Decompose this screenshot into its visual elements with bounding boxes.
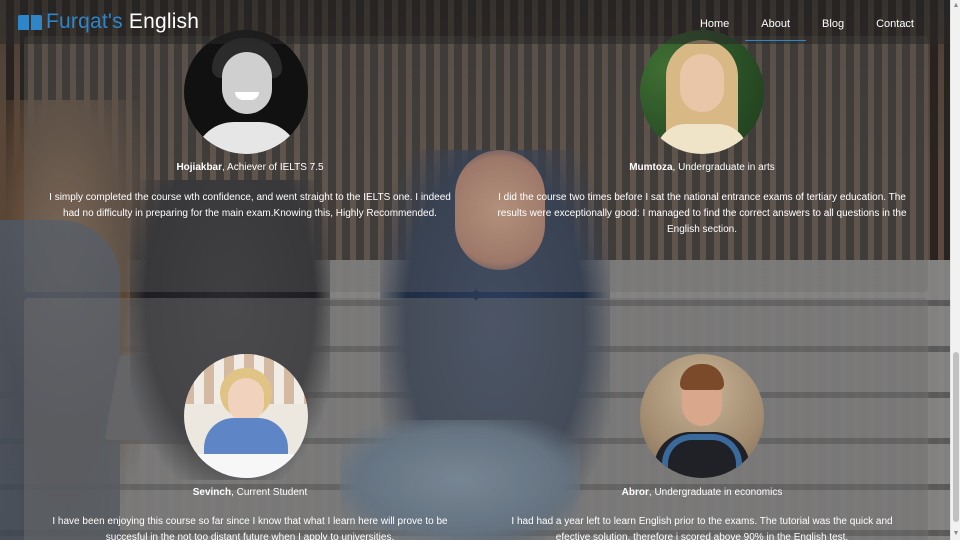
nav-home[interactable]: Home bbox=[684, 4, 745, 41]
testimonial-card: Abror, Undergraduate in economics I had … bbox=[476, 298, 928, 540]
author-name: Mumtoza bbox=[629, 162, 673, 173]
scroll-down-icon[interactable]: ▼ bbox=[951, 528, 960, 540]
author-role: , Achiever of IELTS 7.5 bbox=[222, 162, 324, 173]
nav-contact[interactable]: Contact bbox=[860, 4, 930, 41]
brand-logo-link[interactable]: Furqat's English bbox=[18, 10, 199, 34]
brand-name-main: English bbox=[128, 10, 200, 33]
nav-about[interactable]: About bbox=[745, 4, 807, 41]
testimonial-quote: I did the course two times before I sat … bbox=[497, 192, 907, 235]
testimonial-author: Sevinch, Current Student bbox=[24, 487, 476, 498]
testimonial-author: Hojiakbar, Achiever of IELTS 7.5 bbox=[24, 162, 476, 173]
scroll-up-icon[interactable]: ▲ bbox=[951, 0, 960, 12]
brand-name: Furqat's English bbox=[46, 10, 199, 34]
avatar bbox=[640, 354, 764, 478]
author-role: , Undergraduate in economics bbox=[648, 487, 783, 498]
testimonial-quote: I simply completed the course wth confid… bbox=[49, 192, 451, 219]
book-icon bbox=[18, 13, 42, 31]
author-name: Abror bbox=[621, 487, 649, 498]
navbar: Furqat's English Home About Blog Contact bbox=[0, 0, 950, 44]
testimonial-quote: I had had a year left to learn English p… bbox=[511, 516, 893, 540]
testimonial-card: Mumtoza, Undergraduate in arts I did the… bbox=[476, 30, 928, 292]
testimonial-author: Abror, Undergraduate in economics bbox=[476, 487, 928, 498]
author-name: Sevinch bbox=[192, 487, 232, 498]
scroll-thumb[interactable] bbox=[953, 352, 959, 522]
avatar bbox=[184, 30, 308, 154]
author-name: Hojiakbar bbox=[176, 162, 223, 173]
testimonial-card: Sevinch, Current Student I have been enj… bbox=[24, 298, 476, 540]
testimonial-quote: I have been enjoying this course so far … bbox=[52, 516, 448, 540]
avatar bbox=[184, 354, 308, 478]
author-role: , Current Student bbox=[231, 487, 308, 498]
brand-name-accent: Furqat's bbox=[46, 10, 123, 33]
nav-blog[interactable]: Blog bbox=[806, 4, 860, 41]
avatar bbox=[640, 30, 764, 154]
testimonial-author: Mumtoza, Undergraduate in arts bbox=[476, 162, 928, 173]
scrollbar[interactable]: ▲ ▼ bbox=[950, 0, 960, 540]
main-nav: Home About Blog Contact bbox=[684, 4, 930, 41]
testimonial-card: Hojiakbar, Achiever of IELTS 7.5 I simpl… bbox=[24, 30, 476, 292]
author-role: , Undergraduate in arts bbox=[672, 162, 775, 173]
